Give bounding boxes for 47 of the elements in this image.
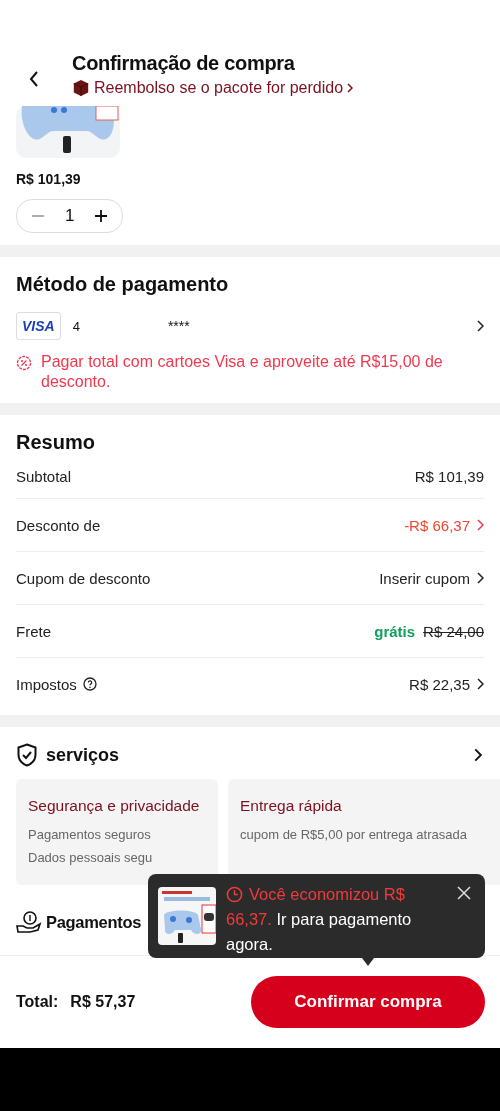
summary-label: Desconto de — [16, 516, 101, 534]
section-title: Resumo — [16, 431, 96, 454]
summary-value: R$ 22,35 — [409, 675, 470, 693]
summary-label: Cupom de desconto — [16, 569, 151, 587]
card-number: 4 — [72, 318, 80, 334]
close-icon[interactable] — [457, 886, 471, 900]
hand-coin-icon — [16, 911, 42, 933]
discount-icon — [16, 355, 32, 371]
info-icon[interactable] — [82, 677, 97, 691]
chevron-right-icon[interactable] — [473, 748, 482, 762]
summary-label: Frete — [16, 622, 51, 640]
clock-icon — [226, 886, 243, 903]
summary-label: Subtotal — [16, 467, 72, 485]
summary-value: R$ 101,39 — [414, 467, 484, 485]
service-feature: Dados pessoais segu — [28, 850, 154, 865]
service-title: Segurança e privacidade — [28, 797, 201, 815]
back-icon[interactable] — [28, 70, 40, 88]
page-title: Confirmação de compra — [72, 51, 296, 76]
section-title: Método de pagamento — [16, 273, 230, 296]
plus-icon[interactable] — [94, 209, 109, 223]
chevron-right-icon[interactable] — [476, 320, 484, 332]
summary-value: Inserir cupom — [379, 569, 470, 587]
service-feature: cupom de R$5,00 por entrega atrasada — [240, 827, 468, 842]
toast-message: 66,37. Ir para pagamento agora. — [226, 909, 413, 955]
chevron-right-icon[interactable] — [476, 572, 484, 584]
card-brand-logo: VISA — [16, 312, 61, 340]
summary-label: Impostos — [16, 675, 77, 693]
summary-value: R$ 24,00 — [423, 622, 484, 640]
total-amount: R$ 57,37 — [70, 993, 136, 1011]
pointer-icon — [362, 958, 374, 966]
section-title: serviços — [46, 744, 120, 766]
savings-amount: Você economizou R$ — [249, 884, 405, 905]
service-title: Entrega rápida — [240, 797, 343, 815]
chevron-right-icon[interactable] — [476, 678, 484, 690]
confirm-purchase-button[interactable]: Confirmar compra — [251, 976, 485, 1028]
chevron-right-icon[interactable] — [347, 83, 354, 93]
quantity-stepper[interactable]: 1 — [16, 199, 124, 233]
service-feature: Pagamentos seguros — [28, 827, 152, 842]
product-price: R$ 101,39 — [16, 171, 81, 187]
promo-text: Pagar total com cartoes Visa e aproveite até R$15,00 de desconto. — [41, 352, 444, 392]
section-title: Pagamentos — [46, 912, 142, 932]
free-shipping-label: grátis — [374, 622, 416, 640]
shield-check-icon — [16, 743, 38, 767]
summary-value: -R$ 66,37 — [404, 516, 470, 534]
card-number-mask: **** — [167, 318, 190, 334]
total-label: Total: — [16, 993, 59, 1011]
package-icon — [72, 79, 90, 97]
